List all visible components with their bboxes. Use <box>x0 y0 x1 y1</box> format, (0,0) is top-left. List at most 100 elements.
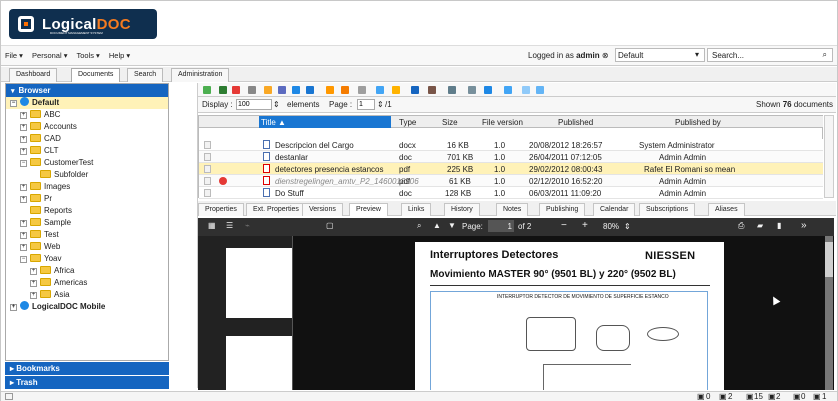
save-icon[interactable] <box>306 86 314 94</box>
download-icon[interactable] <box>411 86 419 94</box>
tree-node-asia[interactable]: + Asia <box>6 289 168 301</box>
checkin-icon[interactable] <box>341 86 349 94</box>
selected-table-row[interactable]: detectores presencia estancos pdf 225 KB 1.… <box>199 163 823 175</box>
tree-node-clt[interactable]: + CLT <box>6 145 168 157</box>
page-number-input[interactable]: 1 <box>488 220 514 232</box>
pdf-icon[interactable] <box>232 86 240 94</box>
tab-ext-properties[interactable]: Ext. Properties <box>246 203 306 216</box>
tab-history[interactable]: History <box>444 203 480 216</box>
tab-subscriptions[interactable]: Subscriptions <box>639 203 696 216</box>
search-input[interactable]: ⌕ Search... <box>707 48 833 62</box>
tree-node-default[interactable]: − Default <box>6 97 168 109</box>
link-icon[interactable] <box>428 86 436 94</box>
tree-node-abc[interactable]: + ABC <box>6 109 168 121</box>
stepper-icon[interactable]: ⇕ <box>273 97 280 113</box>
tag-icon[interactable] <box>392 86 400 94</box>
tree-node-customertest[interactable]: − CustomerTest <box>6 157 168 169</box>
tab-search[interactable]: Search <box>127 68 164 82</box>
tab-properties[interactable]: Properties <box>198 203 244 216</box>
title-column-header[interactable]: Title ▲ <box>259 116 391 128</box>
archive-icon[interactable] <box>264 86 272 94</box>
tab-aliases[interactable]: Aliases <box>708 203 745 216</box>
tab-dashboard[interactable]: Dashboard <box>9 68 58 82</box>
print-icon[interactable] <box>484 86 492 94</box>
zoom-out-icon[interactable]: − <box>561 220 567 231</box>
tab-versions[interactable]: Versions <box>302 203 343 216</box>
bookmarks-panel[interactable]: ▸ Bookmarks <box>5 362 169 375</box>
attachment-icon[interactable]: ⌁ <box>245 221 250 230</box>
tab-administration[interactable]: Administration <box>171 68 230 82</box>
next-page-icon[interactable]: ▼ <box>448 221 456 230</box>
page-thumbnail-1[interactable] <box>226 248 292 318</box>
bookmark-icon[interactable]: ▮ <box>777 221 781 230</box>
top-menu-bar: File ▾ Personal ▾ Tools ▾ Help ▾ Logged … <box>1 46 837 66</box>
filter-icon[interactable] <box>468 86 476 94</box>
add-icon[interactable] <box>219 86 227 94</box>
logicaldoc-logo[interactable]: LogicalDOC DOCUMENT MANAGEMENT SYSTEM <box>9 9 157 39</box>
tree-node-web[interactable]: + Web <box>6 241 168 253</box>
email-icon[interactable] <box>278 86 286 94</box>
tree-node-images[interactable]: + Images <box>6 181 168 193</box>
sidebar-toggle-icon[interactable]: ▢ <box>326 221 334 230</box>
page-thumbnail-2[interactable] <box>226 336 292 390</box>
table-row[interactable]: Do Stuff doc 128 KB 1.0 06/03/2011 11:09:20 A… <box>199 187 823 199</box>
outline-icon[interactable]: ☰ <box>226 221 233 230</box>
grid-view-icon[interactable] <box>522 86 530 94</box>
zoom-in-icon[interactable]: + <box>582 220 588 231</box>
details-icon[interactable] <box>536 86 544 94</box>
display-count-input[interactable] <box>236 99 272 110</box>
menu-help[interactable]: Help ▾ <box>109 51 130 60</box>
previous-page-icon[interactable]: ▲ <box>433 221 441 230</box>
tree-node-africa[interactable]: + Africa <box>6 265 168 277</box>
more-tools-icon[interactable]: » <box>801 220 807 231</box>
tree-node-americas[interactable]: + Americas <box>6 277 168 289</box>
tab-links[interactable]: Links <box>401 203 432 216</box>
tree-node-pr[interactable]: + Pr <box>6 193 168 205</box>
lock-icon[interactable] <box>358 86 366 94</box>
tree-collapse-icon: − <box>10 100 17 107</box>
menu-file[interactable]: File ▾ <box>5 51 23 60</box>
tree-node-sample[interactable]: + Sample <box>6 217 168 229</box>
refresh-icon[interactable] <box>203 86 211 94</box>
tree-node-yoav[interactable]: − Yoav <box>6 253 168 265</box>
copy-icon[interactable] <box>248 86 256 94</box>
tree-node-logicaldoc-mobile[interactable]: + LogicalDOC Mobile <box>6 301 168 313</box>
viewer-scrollbar[interactable] <box>825 236 833 390</box>
tree-node-test[interactable]: + Test <box>6 229 168 241</box>
page-stepper-icon[interactable]: ⇕ <box>377 97 384 113</box>
tree-node-cad[interactable]: + CAD <box>6 133 168 145</box>
default-workspace-select[interactable]: Default <box>615 48 705 62</box>
browser-title[interactable]: ▾ Browser <box>6 84 168 97</box>
edit-icon[interactable] <box>292 86 300 94</box>
tab-documents[interactable]: Documents <box>71 68 121 82</box>
page-input[interactable] <box>357 99 375 110</box>
table-row[interactable]: dienstregelingen_amtv_P2_1460018906 pdf 61… <box>199 175 823 187</box>
zoom-dropdown-icon[interactable]: ⇕ <box>624 222 631 231</box>
collapse-icon[interactable]: ▾ <box>11 88 15 95</box>
menu-personal[interactable]: Personal ▾ <box>32 51 67 60</box>
print-icon[interactable]: ⎙ <box>738 221 744 231</box>
tree-node-subfolder[interactable]: Subfolder <box>6 169 168 181</box>
tree-node-reports[interactable]: Reports <box>6 205 168 217</box>
tab-notes[interactable]: Notes <box>496 203 529 216</box>
save-icon[interactable]: ▰ <box>757 221 763 230</box>
zoom-select[interactable]: 80% <box>603 222 619 231</box>
search-icon[interactable]: ⌕ <box>417 221 421 231</box>
tab-calendar[interactable]: Calendar <box>593 203 636 216</box>
table-row[interactable]: destanlar doc 701 KB 1.0 26/04/2011 07:12:05… <box>199 151 823 163</box>
search-icon[interactable]: ⌕ <box>823 50 827 60</box>
table-scrollbar[interactable] <box>824 115 834 198</box>
tab-publishing[interactable]: Publishing <box>539 203 586 216</box>
tree-node-accounts[interactable]: + Accounts <box>6 121 168 133</box>
table-row[interactable]: Descripcion del Cargo docx 16 KB 1.0 20/08/2… <box>199 139 823 151</box>
menu-tools[interactable]: Tools ▾ <box>76 51 99 60</box>
folder-icon <box>30 158 41 166</box>
logout-icon[interactable]: ⊗ <box>602 51 609 60</box>
settings-icon[interactable] <box>448 86 456 94</box>
thumbnail-view-icon[interactable]: ▦ <box>208 221 216 230</box>
checkout-icon[interactable] <box>326 86 334 94</box>
calendar-icon[interactable] <box>376 86 384 94</box>
list-icon[interactable] <box>504 86 512 94</box>
tab-preview[interactable]: Preview <box>349 203 388 216</box>
trash-panel[interactable]: ▸ Trash <box>5 376 169 389</box>
